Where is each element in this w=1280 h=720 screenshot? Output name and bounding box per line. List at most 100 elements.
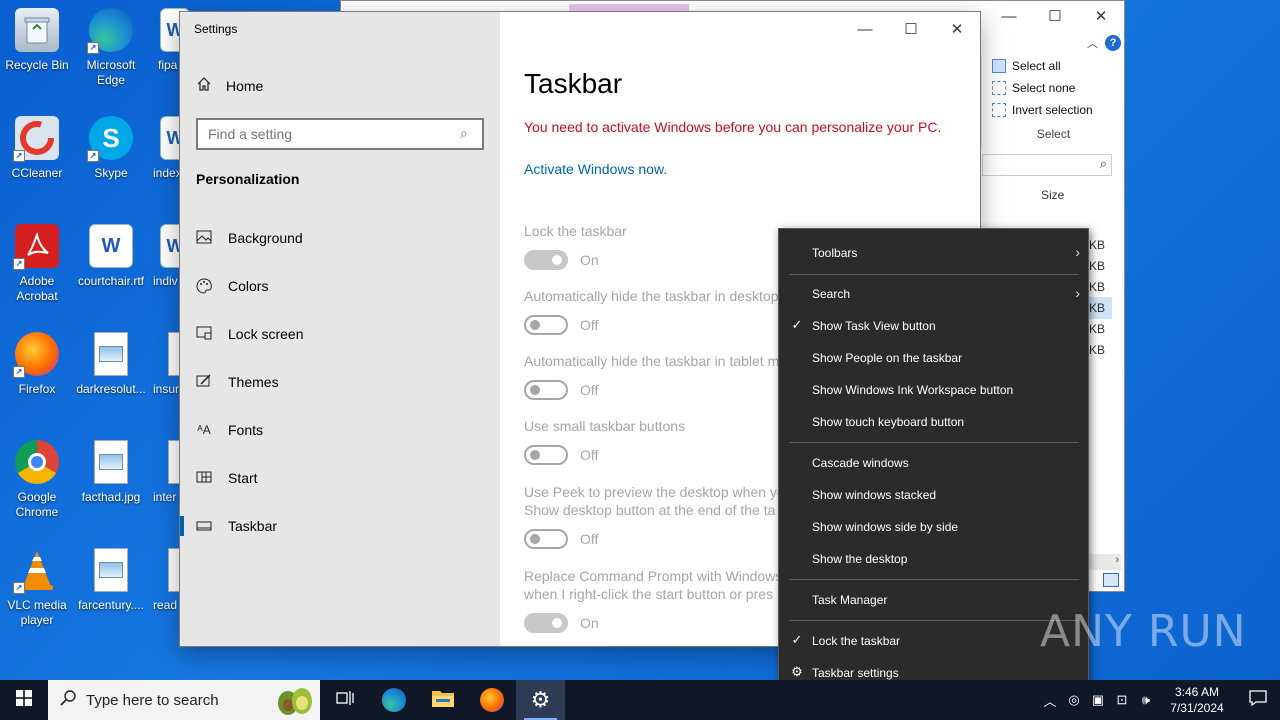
menu-item-label: Cascade windows (812, 456, 909, 470)
chevron-up-icon[interactable]: ︿ (1038, 691, 1062, 710)
chevron-right-icon[interactable]: › (1115, 554, 1119, 566)
notification-icon (1249, 689, 1267, 712)
menu-item-show-windows-side-by-side[interactable]: Show windows side by side (779, 511, 1088, 543)
option-label: Use small taskbar buttons (524, 418, 686, 434)
details-view-icon[interactable] (1103, 573, 1119, 587)
ribbon-collapse-icon[interactable]: ︿ (1087, 35, 1098, 51)
menu-item-cascade-windows[interactable]: Cascade windows (779, 447, 1088, 479)
desktop-icon-farcentury[interactable]: farcentury.... (75, 548, 147, 613)
desktop-icon-facthad[interactable]: facthad.jpg (75, 440, 147, 505)
menu-item-label: Lock the taskbar (812, 634, 901, 648)
small-taskbar-buttons-toggle[interactable] (524, 445, 568, 465)
desktop-icon-skype[interactable]: S ↗ Skype (75, 116, 147, 181)
close-button[interactable]: ✕ (1078, 1, 1124, 31)
menu-item-show-touch-keyboard[interactable]: Show touch keyboard button (779, 406, 1088, 438)
invert-selection-button[interactable]: Invert selection (982, 99, 1125, 121)
checkmark-icon: ✓ (791, 632, 803, 647)
help-icon[interactable]: ? (1105, 35, 1121, 51)
menu-item-label: Show windows stacked (812, 488, 937, 502)
volume-icon[interactable]: 🕪 (1134, 692, 1158, 708)
file-size-cell: KB (1089, 238, 1106, 252)
menu-item-show-task-view[interactable]: ✓ Show Task View button (779, 310, 1088, 342)
select-none-button[interactable]: Select none (982, 77, 1125, 99)
maximize-button[interactable]: ☐ (1032, 1, 1078, 31)
start-button[interactable] (0, 680, 48, 720)
menu-item-label: Taskbar settings (812, 666, 899, 680)
select-all-label: Select all (1012, 59, 1061, 73)
desktop-icon-courtchair[interactable]: W courtchair.rtf (75, 224, 147, 289)
nav-item-themes[interactable]: Themes (180, 362, 500, 402)
close-button[interactable]: ✕ (934, 12, 980, 46)
taskbar-settings-button[interactable]: ⚙ (516, 680, 565, 720)
desktop-icon-label: courtchair.rtf (77, 274, 145, 288)
maximize-icon: ☐ (904, 21, 918, 38)
nav-item-taskbar[interactable]: Taskbar (180, 506, 500, 546)
nav-item-colors[interactable]: Colors (180, 266, 500, 306)
taskbar-search-box[interactable]: Type here to search (48, 680, 320, 720)
device-icon[interactable]: ▣ (1086, 692, 1110, 708)
autohide-tablet-toggle[interactable] (524, 380, 568, 400)
toggle-knob (530, 320, 540, 330)
file-size-cell: KB (1089, 259, 1106, 273)
menu-item-search[interactable]: Search › (779, 278, 1088, 310)
explorer-search-input[interactable]: ⌕ (982, 154, 1112, 176)
section-title: Personalization (196, 171, 300, 187)
nav-home[interactable]: Home (196, 76, 263, 95)
search-icon: ⌕ (1099, 156, 1107, 171)
minimize-button[interactable]: — (842, 12, 888, 46)
desktop-icon-vlc[interactable]: ↗ VLC media player (1, 548, 73, 628)
desktop-icon-recycle-bin[interactable]: Recycle Bin (1, 8, 73, 73)
menu-item-show-windows-stacked[interactable]: Show windows stacked (779, 479, 1088, 511)
select-none-label: Select none (1012, 81, 1076, 95)
search-icon[interactable]: ⌕ (460, 125, 468, 142)
action-center-button[interactable] (1236, 689, 1280, 712)
menu-item-toolbars[interactable]: Toolbars › (779, 237, 1088, 269)
menu-item-show-desktop[interactable]: Show the desktop (779, 543, 1088, 575)
taskbar-file-explorer-button[interactable] (418, 680, 467, 720)
toggle-knob (530, 534, 540, 544)
use-peek-toggle[interactable] (524, 529, 568, 549)
toggle-knob (552, 255, 562, 265)
taskbar-edge-button[interactable] (369, 680, 418, 720)
desktop-icon-firefox[interactable]: ↗ Firefox (1, 332, 73, 397)
size-column-header[interactable]: Size (1041, 188, 1064, 202)
firefox-icon (479, 688, 504, 712)
anyrun-watermark: ANY RUN (1040, 606, 1247, 657)
replace-command-prompt-toggle[interactable] (524, 613, 568, 633)
lock-screen-icon (196, 326, 212, 342)
nav-item-start[interactable]: Start (180, 458, 500, 498)
nav-item-fonts[interactable]: ᴬA Fonts (180, 410, 500, 450)
lock-taskbar-toggle[interactable] (524, 250, 568, 270)
nav-item-background[interactable]: Background (180, 218, 500, 258)
menu-separator (789, 620, 1079, 621)
task-view-button[interactable] (320, 680, 369, 720)
palette-icon (196, 278, 212, 294)
select-all-button[interactable]: Select all (982, 55, 1125, 77)
nav-item-lock-screen[interactable]: Lock screen (180, 314, 500, 354)
minimize-button[interactable]: — (986, 1, 1032, 31)
close-icon: ✕ (950, 21, 964, 38)
desktop-icon-darkresolut[interactable]: darkresolut... (75, 332, 147, 397)
image-file-icon (94, 548, 128, 592)
system-clock[interactable]: 3:46 AM 7/31/2024 (1158, 684, 1236, 716)
taskbar-firefox-button[interactable] (467, 680, 516, 720)
desktop-icon-ccleaner[interactable]: ↗ CCleaner (1, 116, 73, 181)
option-label: Automatically hide the taskbar in deskto… (524, 288, 779, 304)
find-setting-input[interactable] (196, 118, 484, 150)
antivirus-icon[interactable]: ◎ (1062, 692, 1086, 708)
desktop-icon-label: VLC media player (7, 598, 67, 627)
close-icon: ✕ (1094, 8, 1108, 25)
nav-item-label: Colors (228, 278, 269, 294)
toggle-state-label: Off (580, 317, 599, 333)
menu-item-show-ink-workspace[interactable]: Show Windows Ink Workspace button (779, 374, 1088, 406)
autohide-desktop-toggle[interactable] (524, 315, 568, 335)
menu-item-show-people[interactable]: Show People on the taskbar (779, 342, 1088, 374)
desktop-icon-adobe-acrobat[interactable]: ↗ Adobe Acrobat (1, 224, 73, 304)
desktop-icon-microsoft-edge[interactable]: ↗ Microsoft Edge (75, 8, 147, 88)
activate-windows-link[interactable]: Activate Windows now. (524, 161, 667, 177)
desktop-icon-google-chrome[interactable]: Google Chrome (1, 440, 73, 520)
maximize-button[interactable]: ☐ (888, 12, 934, 46)
option-label-line2: when I right-click the start button or p… (524, 586, 773, 602)
network-icon[interactable]: ⊡ (1110, 692, 1134, 708)
menu-item-label: Show touch keyboard button (812, 415, 965, 429)
